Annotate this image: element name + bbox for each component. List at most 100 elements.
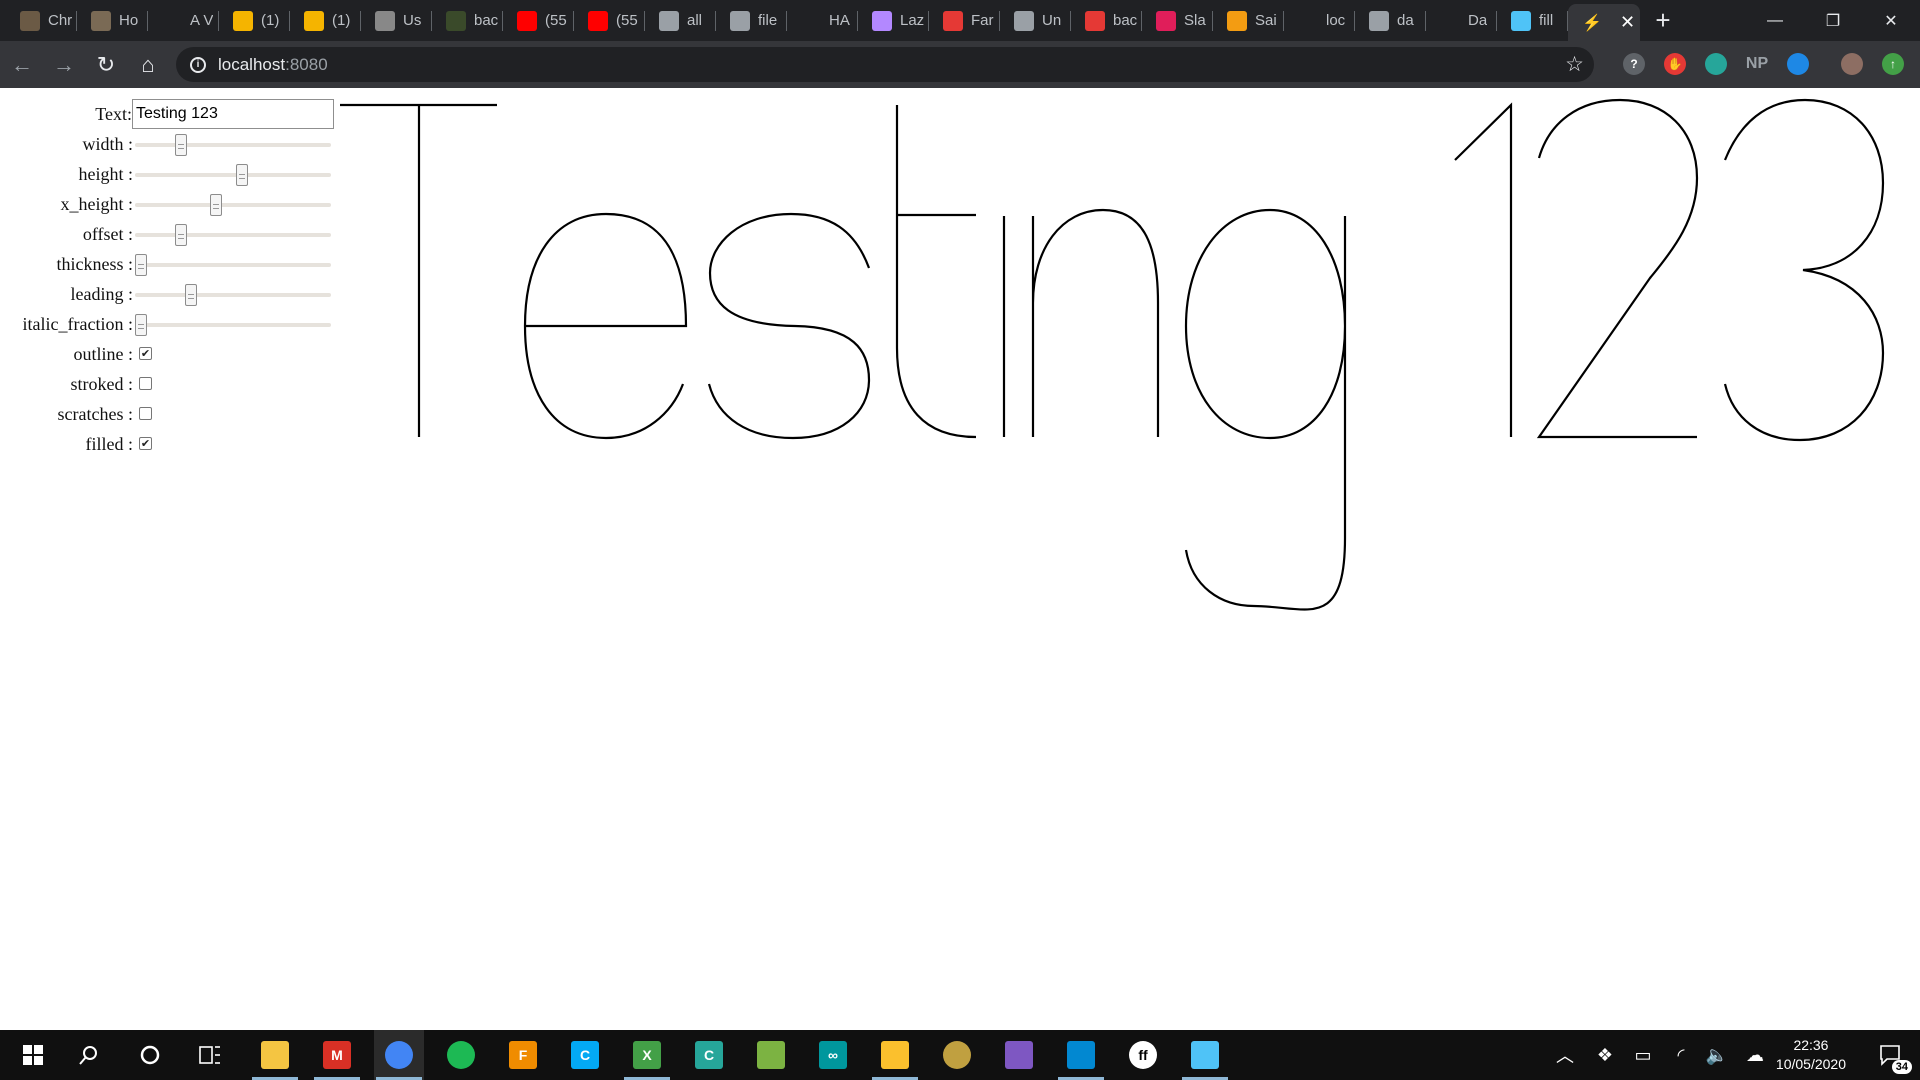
help-extension-icon[interactable]: ? (1620, 50, 1648, 78)
address-bar[interactable]: i localhost:8080 ☆ (176, 47, 1594, 82)
close-window-button[interactable]: ✕ (1862, 0, 1920, 41)
range-slider[interactable] (135, 314, 331, 336)
checkbox[interactable]: ✔ (139, 347, 152, 360)
vscode-icon-glyph (1067, 1041, 1095, 1069)
visual-studio-icon[interactable] (994, 1030, 1044, 1080)
tab[interactable]: Us (361, 0, 432, 41)
tab[interactable]: file (716, 0, 787, 41)
minimize-button[interactable]: — (1746, 0, 1804, 41)
slider-thumb[interactable] (210, 194, 223, 216)
np-extension-icon[interactable]: NP (1743, 50, 1771, 78)
site-info-icon[interactable]: i (190, 56, 206, 73)
clock-date: 10/05/2020 (1775, 1056, 1846, 1072)
tab[interactable]: (55 (503, 0, 574, 41)
checkbox[interactable] (139, 407, 152, 420)
home-button[interactable]: ⌂ (128, 45, 168, 85)
tab[interactable]: loc (1284, 0, 1355, 41)
text-input[interactable] (132, 99, 334, 129)
tab[interactable]: bac (1071, 0, 1142, 41)
range-slider[interactable] (135, 164, 331, 186)
tab[interactable]: da (1355, 0, 1426, 41)
tab[interactable]: A V (148, 0, 219, 41)
globe-app-icon[interactable] (932, 1030, 982, 1080)
tab-list: Chr Ho A V (1) (1) Us bac (55 (55 all file HA Laz Far… (0, 0, 1686, 41)
adblock-extension-icon[interactable]: ✋ (1661, 50, 1689, 78)
tab[interactable]: Sla (1142, 0, 1213, 41)
tab[interactable]: Sai (1213, 0, 1284, 41)
close-tab-icon[interactable]: ✕ (1620, 12, 1635, 33)
vscode-icon[interactable] (1056, 1030, 1106, 1080)
profile-avatar[interactable] (1838, 50, 1866, 78)
visual-studio-icon-glyph (1005, 1041, 1033, 1069)
slider-thumb[interactable] (135, 254, 147, 276)
chrome-icon[interactable] (374, 1030, 424, 1080)
slider-thumb[interactable] (135, 314, 147, 336)
file-explorer-icon[interactable] (250, 1030, 300, 1080)
arduino-icon[interactable]: ∞ (808, 1030, 858, 1080)
new-tab-button[interactable]: + (1640, 0, 1686, 41)
range-slider[interactable] (135, 254, 331, 276)
bookmark-star-icon[interactable]: ☆ (1565, 52, 1584, 77)
range-slider[interactable] (135, 284, 331, 306)
back-button[interactable]: ← (2, 45, 42, 85)
tab[interactable]: (1) (290, 0, 361, 41)
fontlab-icon-glyph: F (509, 1041, 537, 1069)
tab[interactable]: (55 (574, 0, 645, 41)
image-thumbnail-icon (20, 10, 40, 31)
slider-row: italic_fraction : (0, 309, 340, 339)
slider-thumb[interactable] (236, 164, 249, 186)
image-viewer-icon[interactable] (746, 1030, 796, 1080)
terminal-app-icon[interactable]: C (684, 1030, 734, 1080)
idea-bulb-icon[interactable] (870, 1030, 920, 1080)
checkbox[interactable] (139, 377, 152, 390)
tab[interactable]: Far (929, 0, 1000, 41)
range-slider[interactable] (135, 194, 331, 216)
tab-title: Ho (119, 12, 139, 29)
tab-active[interactable]: ⚡ ✕ (1568, 4, 1640, 41)
drop-extension-icon[interactable] (1784, 50, 1812, 78)
tab[interactable]: Chr (6, 0, 77, 41)
shirt-extension-icon[interactable] (1702, 50, 1730, 78)
bookmark-icon (943, 10, 963, 31)
cortana-icon[interactable] (125, 1030, 175, 1080)
action-center-button[interactable]: 34 (1866, 1030, 1916, 1080)
x-app-icon[interactable]: X (622, 1030, 672, 1080)
tab[interactable]: Ho (77, 0, 148, 41)
paint-app-icon[interactable] (1180, 1030, 1230, 1080)
range-slider[interactable] (135, 224, 331, 246)
clock[interactable]: 22:36 10/05/2020 (1776, 1036, 1846, 1074)
reload-button[interactable]: ↻ (86, 45, 126, 85)
update-extension-icon[interactable]: ↑ (1879, 50, 1907, 78)
gmail-icon[interactable]: M (312, 1030, 362, 1080)
tab-title: Far (971, 12, 994, 29)
checkbox[interactable]: ✔ (139, 437, 152, 450)
slider-thumb[interactable] (184, 284, 197, 306)
tab[interactable]: (1) (219, 0, 290, 41)
tab[interactable]: Laz (858, 0, 929, 41)
bolt-icon (1298, 10, 1318, 31)
fontlab-icon[interactable]: F (498, 1030, 548, 1080)
glyph-T (340, 103, 497, 437)
range-slider[interactable] (135, 134, 331, 156)
slider-thumb[interactable] (175, 134, 188, 156)
tab[interactable]: Un (1000, 0, 1071, 41)
tab-title: (1) (261, 12, 280, 29)
tab[interactable]: Da (1426, 0, 1497, 41)
chrome-icon-glyph (385, 1041, 413, 1069)
bolt-icon (1440, 10, 1460, 31)
c-app-icon[interactable]: C (560, 1030, 610, 1080)
slider-thumb[interactable] (175, 224, 188, 246)
tab[interactable]: bac (432, 0, 503, 41)
restore-button[interactable]: ❐ (1804, 0, 1862, 41)
task-view-icon[interactable] (185, 1030, 235, 1080)
ff-app-icon[interactable]: ff (1118, 1030, 1168, 1080)
search-icon[interactable] (64, 1030, 114, 1080)
spotify-icon[interactable] (436, 1030, 486, 1080)
slider-label: offset : (82, 223, 133, 244)
start-button[interactable] (8, 1030, 58, 1080)
tab[interactable]: fill (1497, 0, 1568, 41)
tab[interactable]: HA (787, 0, 858, 41)
forward-button[interactable]: → (44, 45, 84, 85)
cloud-upload-icon[interactable]: ☁ (1730, 1030, 1780, 1080)
tab[interactable]: all (645, 0, 716, 41)
